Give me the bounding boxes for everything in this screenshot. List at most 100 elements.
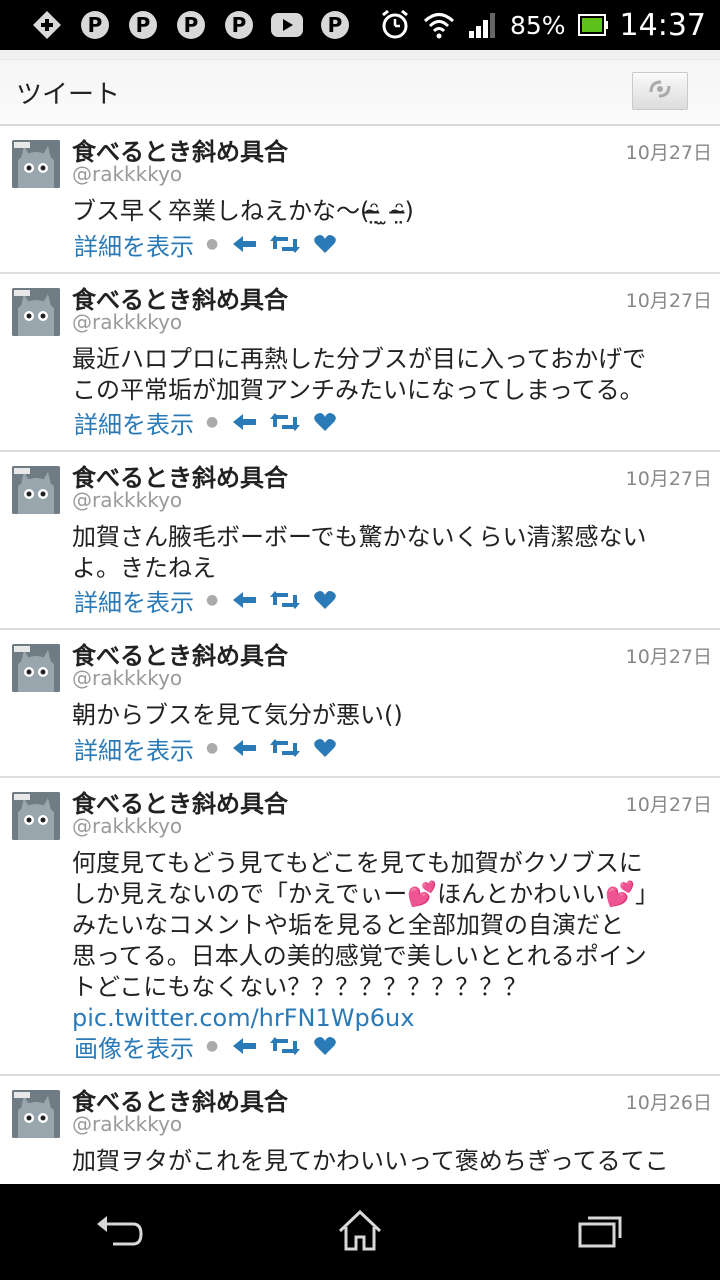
tweet-actions: 詳細を表示 ● xyxy=(74,227,350,262)
favorite-icon[interactable] xyxy=(310,736,340,760)
svg-text:P: P xyxy=(184,13,199,37)
tweet-text: 加賀さん腋毛ボーボーでも驚かないくらい清潔感ない よ。きたねえ xyxy=(72,522,712,584)
svg-text:P: P xyxy=(88,13,103,37)
tweet-text-line: 思ってる。日本人の美的感覚で美しいととれるポイン xyxy=(72,942,647,970)
avatar[interactable] xyxy=(12,1090,60,1138)
pinterest-icon: P xyxy=(78,8,112,42)
author-handle: @rakkkkyo xyxy=(72,666,183,690)
reply-icon[interactable] xyxy=(230,410,260,434)
favorite-icon[interactable] xyxy=(310,232,340,256)
avatar[interactable] xyxy=(12,792,60,840)
tweet-text: 朝からブスを見て気分が悪い() xyxy=(72,700,712,731)
pinterest-icon: P xyxy=(222,8,256,42)
reply-icon[interactable] xyxy=(230,1034,260,1058)
tweet-item[interactable]: 食べるとき斜め具合 10月27日 @rakkkkyo 加賀さん腋毛ボーボーでも驚… xyxy=(0,452,720,630)
tweet-actions: 詳細を表示 ● xyxy=(74,405,350,440)
tweet-date: 10月27日 xyxy=(625,468,712,490)
app-header: ツイート xyxy=(0,50,720,126)
avatar[interactable] xyxy=(12,140,60,188)
status-bar: P P P P P 85% 14:37 xyxy=(0,0,720,50)
separator-dot: ● xyxy=(206,414,219,430)
author-handle: @rakkkkyo xyxy=(72,310,183,334)
separator-dot: ● xyxy=(206,592,219,608)
system-status: 85% 14:37 xyxy=(378,0,720,50)
wifi-icon xyxy=(422,8,456,42)
refresh-button[interactable] xyxy=(632,72,688,110)
tweet-timeline[interactable]: 食べるとき斜め具合 10月27日 @rakkkkyo ブス早く卒業しねえかな〜(… xyxy=(0,126,720,1184)
retweet-icon[interactable] xyxy=(270,232,301,256)
tweet-text-line: しか見えないので「かえでぃー💕ほんとかわいい💕」 xyxy=(72,880,660,908)
tweet-text: ブス早く卒業しねえかな〜(ᵔ̴̶̤ ̫ ᵔ̴̶̤) xyxy=(72,196,712,227)
reply-icon[interactable] xyxy=(230,232,260,256)
retweet-icon[interactable] xyxy=(270,736,301,760)
pinterest-icon: P xyxy=(174,8,208,42)
avatar[interactable] xyxy=(12,644,60,692)
tweet-text-line: トどこにもなくない？？？？？？？？？？ xyxy=(72,973,528,1001)
tweet-text-line: 朝からブスを見て気分が悪い() xyxy=(72,701,403,729)
tweet-date: 10月27日 xyxy=(625,290,712,312)
home-button[interactable] xyxy=(320,1202,400,1262)
retweet-icon[interactable] xyxy=(270,410,301,434)
favorite-icon[interactable] xyxy=(310,588,340,612)
tweet-actions: 詳細を表示 ● xyxy=(74,731,350,766)
reply-icon[interactable] xyxy=(230,736,260,760)
tweet-text-line: 加賀ヲタがこれを見てかわいいって褒めちぎってるてこ xyxy=(72,1147,669,1175)
tweet-item[interactable]: 食べるとき斜め具合 10月27日 @rakkkkyo 何度見てもどう見てもどこを… xyxy=(0,778,720,1076)
reply-icon[interactable] xyxy=(230,588,260,612)
pinterest-icon: P xyxy=(318,8,352,42)
separator-dot: ● xyxy=(206,236,219,252)
home-icon xyxy=(336,1209,384,1255)
page-title: ツイート xyxy=(16,80,121,110)
tweet-item[interactable]: 食べるとき斜め具合 10月27日 @rakkkkyo 朝からブスを見て気分が悪い… xyxy=(0,630,720,778)
back-button[interactable] xyxy=(80,1202,160,1262)
show-details-link[interactable]: 詳細を表示 xyxy=(74,405,194,440)
tweet-text-line: 加賀さん腋毛ボーボーでも驚かないくらい清潔感ない xyxy=(72,523,647,551)
separator-dot: ● xyxy=(206,740,219,756)
retweet-icon[interactable] xyxy=(270,1034,301,1058)
avatar[interactable] xyxy=(12,466,60,514)
back-icon xyxy=(95,1212,145,1252)
tweet-text: 何度見てもどう見てもどこを見ても加賀がクソブスに しか見えないので「かえでぃー💕… xyxy=(72,848,712,1034)
show-image-link[interactable]: 画像を表示 xyxy=(74,1029,194,1064)
tweet-text: 加賀ヲタがこれを見てかわいいって褒めちぎってるてこ xyxy=(72,1146,712,1177)
navigation-bar xyxy=(0,1184,720,1280)
show-details-link[interactable]: 詳細を表示 xyxy=(74,731,194,766)
retweet-icon[interactable] xyxy=(270,588,301,612)
favorite-icon[interactable] xyxy=(310,1034,340,1058)
tweet-date: 10月26日 xyxy=(625,1092,712,1114)
tweet-date: 10月27日 xyxy=(625,142,712,164)
favorite-icon[interactable] xyxy=(310,410,340,434)
recent-apps-icon xyxy=(576,1212,624,1252)
author-handle: @rakkkkyo xyxy=(72,162,183,186)
tweet-item[interactable]: 食べるとき斜め具合 10月26日 @rakkkkyo 加賀ヲタがこれを見てかわい… xyxy=(0,1076,720,1184)
tweet-text-line: 何度見てもどう見てもどこを見ても加賀がクソブスに xyxy=(72,849,643,877)
svg-text:P: P xyxy=(232,13,247,37)
tweet-date: 10月27日 xyxy=(625,794,712,816)
show-details-link[interactable]: 詳細を表示 xyxy=(74,583,194,618)
avatar[interactable] xyxy=(12,288,60,336)
svg-text:P: P xyxy=(136,13,151,37)
tweet-date: 10月27日 xyxy=(625,646,712,668)
notification-icons: P P P P P xyxy=(0,0,352,50)
recent-apps-button[interactable] xyxy=(560,1202,640,1262)
tweet-text-line: よ。きたねえ xyxy=(72,554,216,582)
tweet-actions: 画像を表示 ● xyxy=(74,1029,350,1064)
youtube-icon xyxy=(270,8,304,42)
tweet-actions: 詳細を表示 ● xyxy=(74,583,350,618)
clock: 14:37 xyxy=(619,7,706,43)
tweet-item[interactable]: 食べるとき斜め具合 10月27日 @rakkkkyo 最近ハロプロに再熱した分ブ… xyxy=(0,274,720,452)
author-handle: @rakkkkyo xyxy=(72,814,183,838)
header-divider xyxy=(0,50,720,60)
tweet-text: 最近ハロプロに再熱した分ブスが目に入っておかげで この平常垢が加賀アンチみたいに… xyxy=(72,344,712,406)
author-handle: @rakkkkyo xyxy=(72,1112,183,1136)
separator-dot: ● xyxy=(206,1038,219,1054)
author-handle: @rakkkkyo xyxy=(72,488,183,512)
plus-icon xyxy=(30,8,64,42)
svg-text:P: P xyxy=(328,13,343,37)
alarm-icon xyxy=(378,8,412,42)
refresh-icon xyxy=(645,76,675,106)
tweet-item[interactable]: 食べるとき斜め具合 10月27日 @rakkkkyo ブス早く卒業しねえかな〜(… xyxy=(0,126,720,274)
show-details-link[interactable]: 詳細を表示 xyxy=(74,227,194,262)
battery-icon xyxy=(576,8,610,42)
tweet-text-line: 最近ハロプロに再熱した分ブスが目に入っておかげで xyxy=(72,345,647,373)
